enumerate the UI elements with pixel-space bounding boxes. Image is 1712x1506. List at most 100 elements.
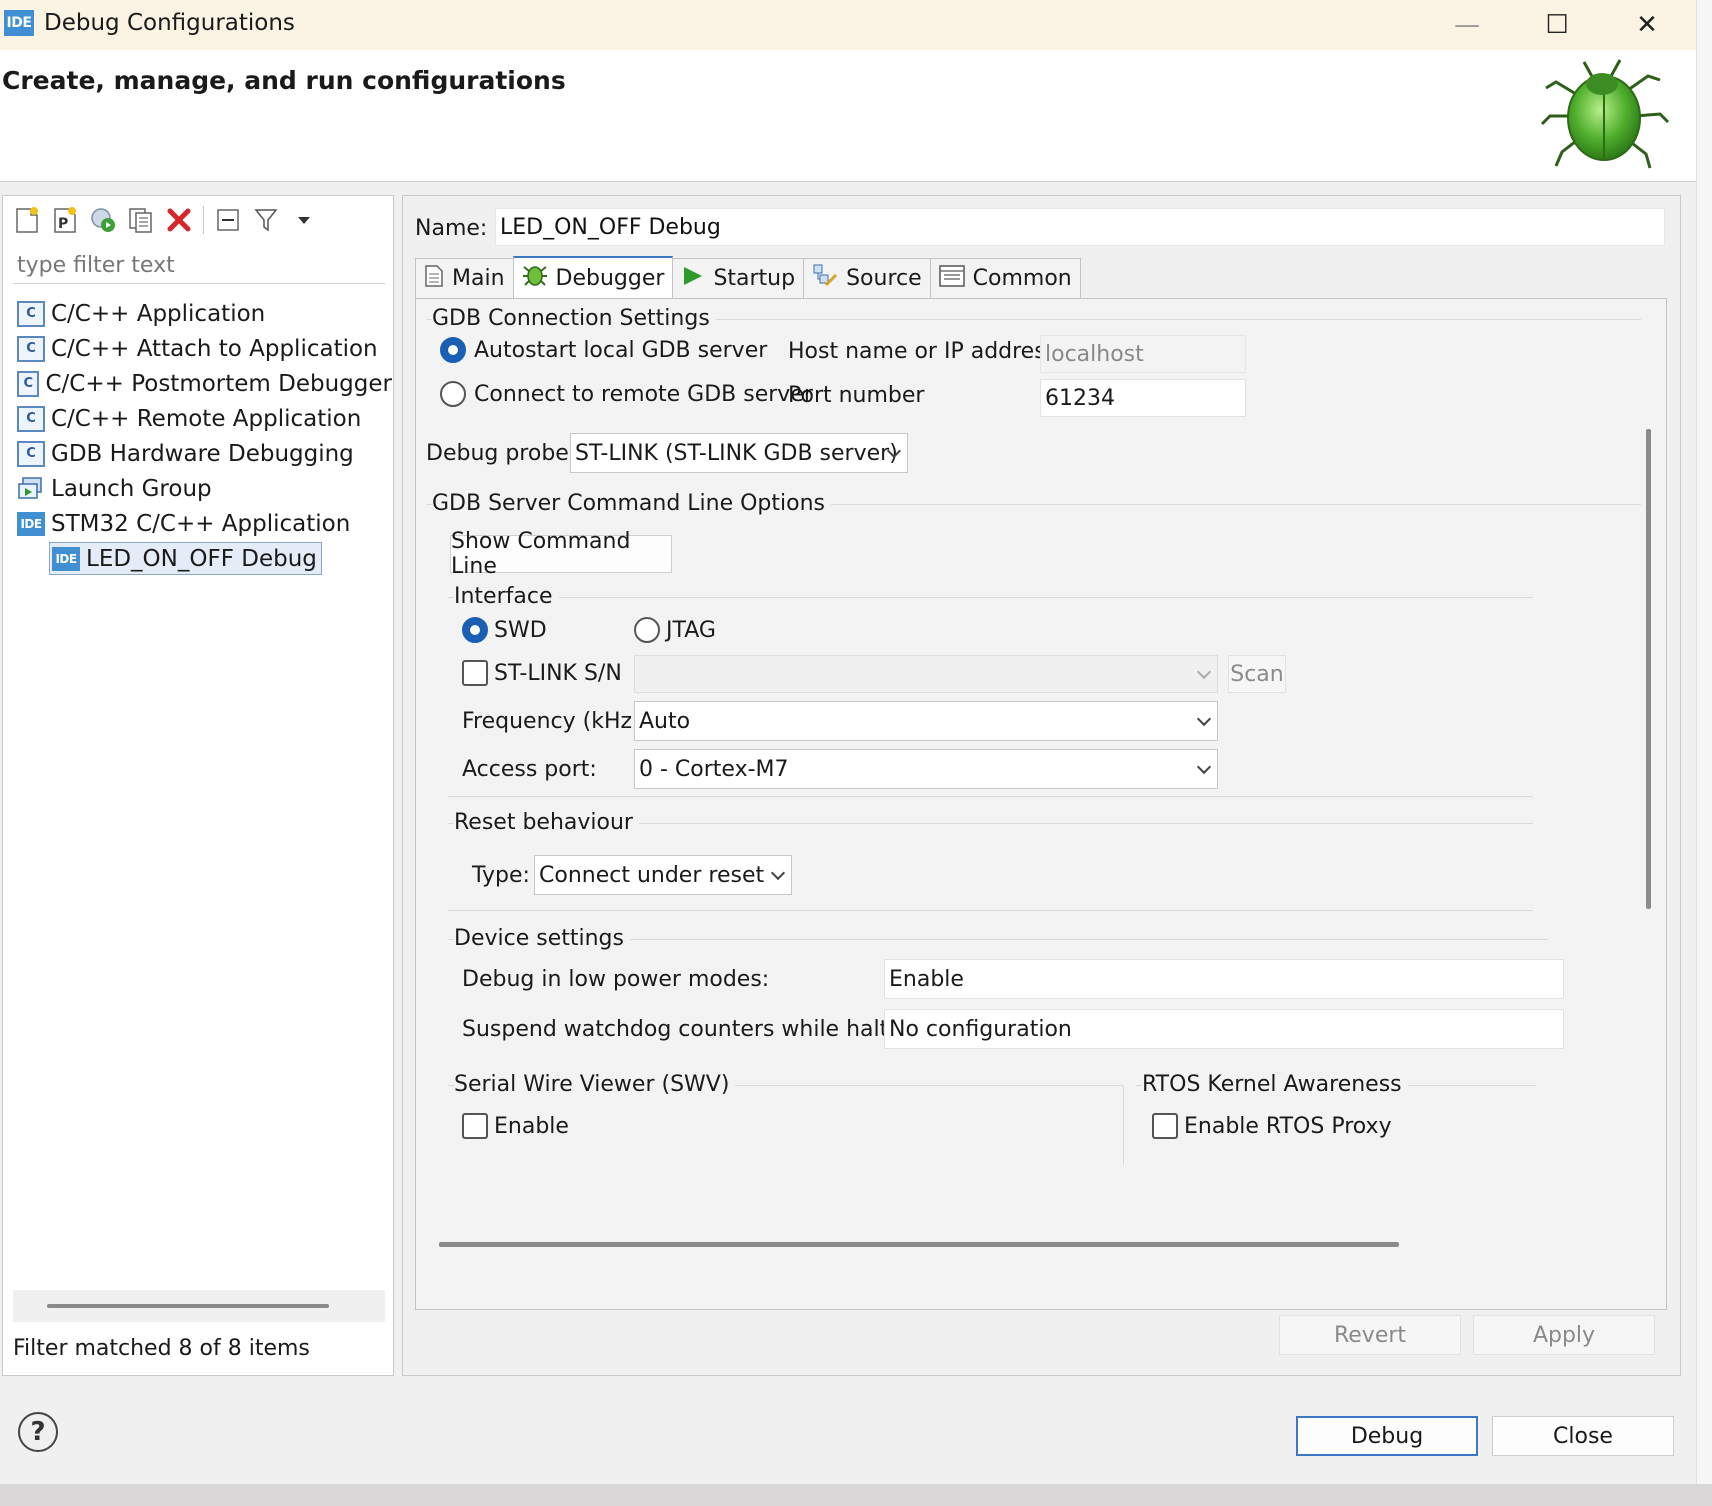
- configuration-editor-pane: Name: LED_ON_OFF Debug Main Debugger Sta…: [402, 195, 1681, 1376]
- tree-item-cpp-attach[interactable]: C C/C++ Attach to Application: [17, 331, 392, 366]
- title-bar: IDE Debug Configurations — ☐ ✕: [0, 0, 1696, 50]
- swd-radio[interactable]: SWD: [462, 617, 547, 643]
- tree-item-led-on-off-debug[interactable]: IDE LED_ON_OFF Debug: [17, 541, 392, 576]
- jtag-radio[interactable]: JTAG: [634, 617, 716, 643]
- c-icon: C: [17, 405, 45, 432]
- tab-label: Main: [452, 266, 505, 291]
- chevron-down-icon: [1196, 664, 1212, 680]
- source-tab-icon: [812, 263, 838, 295]
- vertical-scrollbar-thumb[interactable]: [1646, 429, 1651, 909]
- remote-radio[interactable]: Connect to remote GDB server: [440, 381, 813, 407]
- select-value: 0 - Cortex-M7: [639, 756, 789, 782]
- tab-common[interactable]: Common: [929, 258, 1081, 298]
- tree-item-gdb-hardware[interactable]: C GDB Hardware Debugging: [17, 436, 392, 471]
- group-title: Device settings: [454, 926, 630, 951]
- tree-item-cpp-postmortem[interactable]: C C/C++ Postmortem Debugger: [17, 366, 392, 401]
- rtos-proxy-checkbox[interactable]: Enable RTOS Proxy: [1152, 1113, 1392, 1139]
- tree-item-stm32-application[interactable]: IDE STM32 C/C++ Application: [17, 506, 392, 541]
- c-icon: C: [17, 335, 45, 362]
- group-title: GDB Server Command Line Options: [432, 491, 832, 516]
- select-value: Auto: [639, 708, 691, 734]
- tab-source[interactable]: Source: [803, 258, 931, 298]
- autostart-radio[interactable]: Autostart local GDB server: [440, 337, 767, 363]
- tree-item-label: Launch Group: [51, 475, 212, 502]
- checkbox-unchecked-icon: [462, 660, 488, 686]
- host-input[interactable]: localhost: [1040, 335, 1246, 373]
- ide-icon: IDE: [17, 511, 45, 536]
- duplicate-icon[interactable]: [125, 204, 157, 236]
- name-input[interactable]: LED_ON_OFF Debug: [495, 208, 1665, 246]
- tree-item-launch-group[interactable]: Launch Group: [17, 471, 392, 506]
- chevron-down-icon: [770, 865, 786, 881]
- new-prototype-icon[interactable]: P: [49, 204, 81, 236]
- debugger-tab-panel: GDB Connection Settings Autostart local …: [415, 298, 1667, 1310]
- show-command-line-button[interactable]: Show Command Line: [450, 529, 672, 579]
- tab-label: Startup: [713, 266, 796, 291]
- delete-icon[interactable]: [163, 204, 195, 236]
- window-title: Debug Configurations: [44, 10, 295, 36]
- view-menu-icon[interactable]: [288, 204, 320, 236]
- tree-item-label: C/C++ Application: [51, 300, 266, 327]
- close-window-button[interactable]: ✕: [1602, 0, 1692, 50]
- tree-item-cpp-application[interactable]: C C/C++ Application: [17, 296, 392, 331]
- low-power-input[interactable]: Enable: [884, 959, 1564, 999]
- tree-item-cpp-remote[interactable]: C C/C++ Remote Application: [17, 401, 392, 436]
- radio-label: Connect to remote GDB server: [474, 381, 813, 407]
- checkbox-unchecked-icon: [462, 1113, 488, 1139]
- tab-debugger[interactable]: Debugger: [512, 256, 674, 298]
- debug-button[interactable]: Debug: [1296, 1416, 1478, 1456]
- swv-enable-checkbox[interactable]: Enable: [462, 1113, 569, 1139]
- maximize-button[interactable]: ☐: [1512, 0, 1602, 50]
- help-icon[interactable]: ?: [18, 1412, 58, 1452]
- toolbar-separator: [203, 206, 204, 234]
- configuration-tree: C C/C++ Application C C/C++ Attach to Ap…: [17, 296, 392, 576]
- horizontal-scrollbar-thumb[interactable]: [439, 1242, 1399, 1247]
- select-value: ST-LINK (ST-LINK GDB server): [575, 440, 898, 466]
- checkbox-label: Enable: [494, 1113, 569, 1139]
- frequency-label: Frequency (kHz):: [462, 709, 649, 734]
- minimize-button[interactable]: —: [1422, 0, 1512, 50]
- startup-tab-icon: [681, 264, 705, 294]
- tree-item-label: C/C++ Remote Application: [51, 405, 362, 432]
- maximize-icon: ☐: [1545, 10, 1569, 40]
- radio-label: SWD: [494, 617, 547, 643]
- chevron-down-icon: [1196, 711, 1212, 727]
- stlink-sn-select[interactable]: [634, 655, 1218, 693]
- apply-button[interactable]: Apply: [1473, 1315, 1655, 1355]
- filter-icon[interactable]: [250, 204, 282, 236]
- access-port-select[interactable]: 0 - Cortex-M7: [634, 749, 1218, 789]
- frequency-select[interactable]: Auto: [634, 701, 1218, 741]
- new-configuration-icon[interactable]: [11, 204, 43, 236]
- checkbox-label: ST-LINK S/N: [494, 660, 622, 686]
- ide-icon: IDE: [52, 546, 80, 571]
- launch-group-icon: [17, 476, 45, 502]
- radio-selected-icon: [440, 337, 466, 363]
- debug-probe-select[interactable]: ST-LINK (ST-LINK GDB server): [570, 433, 908, 473]
- c-icon: C: [17, 300, 45, 327]
- c-icon: C: [17, 370, 40, 397]
- close-button[interactable]: Close: [1492, 1416, 1674, 1456]
- collapse-all-icon[interactable]: [212, 204, 244, 236]
- filter-input[interactable]: [13, 248, 385, 284]
- scrollbar-thumb[interactable]: [47, 1304, 329, 1308]
- group-title: Reset behaviour: [454, 810, 639, 835]
- revert-button[interactable]: Revert: [1279, 1315, 1461, 1355]
- reset-type-label: Type:: [472, 863, 530, 888]
- stlink-sn-checkbox[interactable]: ST-LINK S/N: [462, 660, 622, 686]
- debug-probe-label: Debug probe: [426, 441, 569, 466]
- select-value: Connect under reset: [539, 862, 765, 888]
- left-toolbar: P: [11, 202, 320, 238]
- tree-item-label: C/C++ Postmortem Debugger: [45, 370, 392, 397]
- export-icon[interactable]: [87, 204, 119, 236]
- ide-icon: IDE: [4, 10, 34, 36]
- tree-horizontal-scrollbar[interactable]: [13, 1290, 385, 1322]
- reset-type-select[interactable]: Connect under reset: [534, 855, 792, 895]
- scan-button[interactable]: Scan: [1228, 655, 1286, 693]
- tab-main[interactable]: Main: [415, 258, 514, 298]
- watchdog-input[interactable]: No configuration: [884, 1009, 1564, 1049]
- tab-label: Debugger: [555, 265, 665, 291]
- port-input[interactable]: 61234: [1040, 379, 1246, 417]
- header-title: Create, manage, and run configurations: [2, 66, 566, 95]
- tab-startup[interactable]: Startup: [672, 258, 805, 298]
- debug-configurations-window: IDE Debug Configurations — ☐ ✕ Create, m…: [0, 0, 1696, 1484]
